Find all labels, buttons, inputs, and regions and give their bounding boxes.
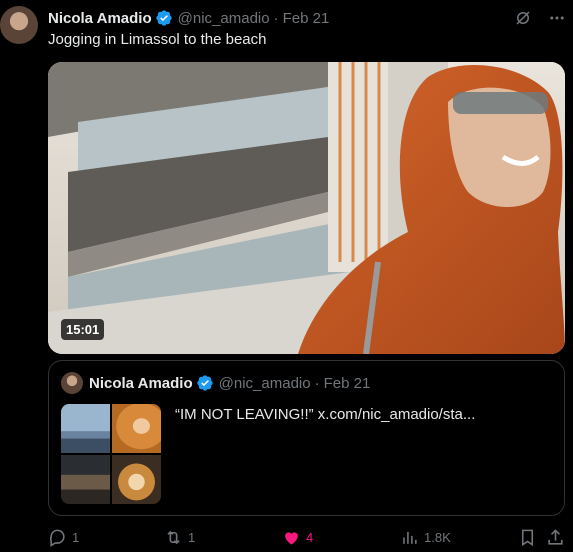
tweet-video[interactable]: 15:01 [48,62,565,354]
repost-icon [167,530,180,545]
tweet-date[interactable]: Feb 21 [283,10,330,27]
quote-image-2 [112,404,161,453]
quote-header: Nicola Amadio @nic_amadio · Feb 21 [89,374,370,392]
more-icon[interactable] [547,8,567,28]
quote-date[interactable]: Feb 21 [324,375,371,392]
bookmark-button[interactable] [518,528,537,547]
reply-count: 1 [72,530,80,545]
like-icon [285,532,298,545]
video-duration: 15:01 [61,319,105,340]
quote-image-3 [61,455,110,504]
grok-icon[interactable] [513,8,533,28]
like-button[interactable]: 4 [282,528,313,547]
author-avatar[interactable] [0,6,38,44]
like-count: 4 [306,530,314,545]
reply-button[interactable]: 1 [48,528,79,547]
separator: · [314,374,320,392]
quote-author-handle[interactable]: @nic_amadio [219,375,311,392]
author-name[interactable]: Nicola Amadio [48,10,152,27]
author-handle[interactable]: @nic_amadio [178,10,270,27]
quote-image-1 [61,404,110,453]
video-thumbnail [48,62,565,354]
share-icon [548,529,563,545]
repost-button[interactable]: 1 [164,528,195,547]
quote-avatar[interactable] [61,372,83,394]
views-button[interactable]: 1.8K [400,528,451,547]
action-bar: 1 1 4 1.8K [48,528,565,550]
reply-icon [49,529,65,547]
repost-count: 1 [188,530,196,545]
verified-icon [155,10,172,26]
share-button[interactable] [546,528,565,547]
tweet-text: Jogging in Limassol to the beach [48,31,267,48]
bookmark-icon [521,529,534,547]
views-icon [403,531,417,544]
tweet-header: Nicola Amadio @nic_amadio · Feb 21 [48,8,329,28]
top-actions [513,8,567,28]
view-count: 1.8K [424,530,451,545]
quote-text: “IM NOT LEAVING!!” x.com/nic_amadio/sta.… [175,406,476,423]
quoted-tweet[interactable]: Nicola Amadio @nic_amadio · Feb 21 “IM N… [48,360,565,516]
quote-image-4 [112,455,161,504]
quote-author-name[interactable]: Nicola Amadio [89,375,193,392]
verified-icon [196,375,213,391]
quote-image-grid[interactable] [61,404,161,504]
separator: · [273,9,279,27]
